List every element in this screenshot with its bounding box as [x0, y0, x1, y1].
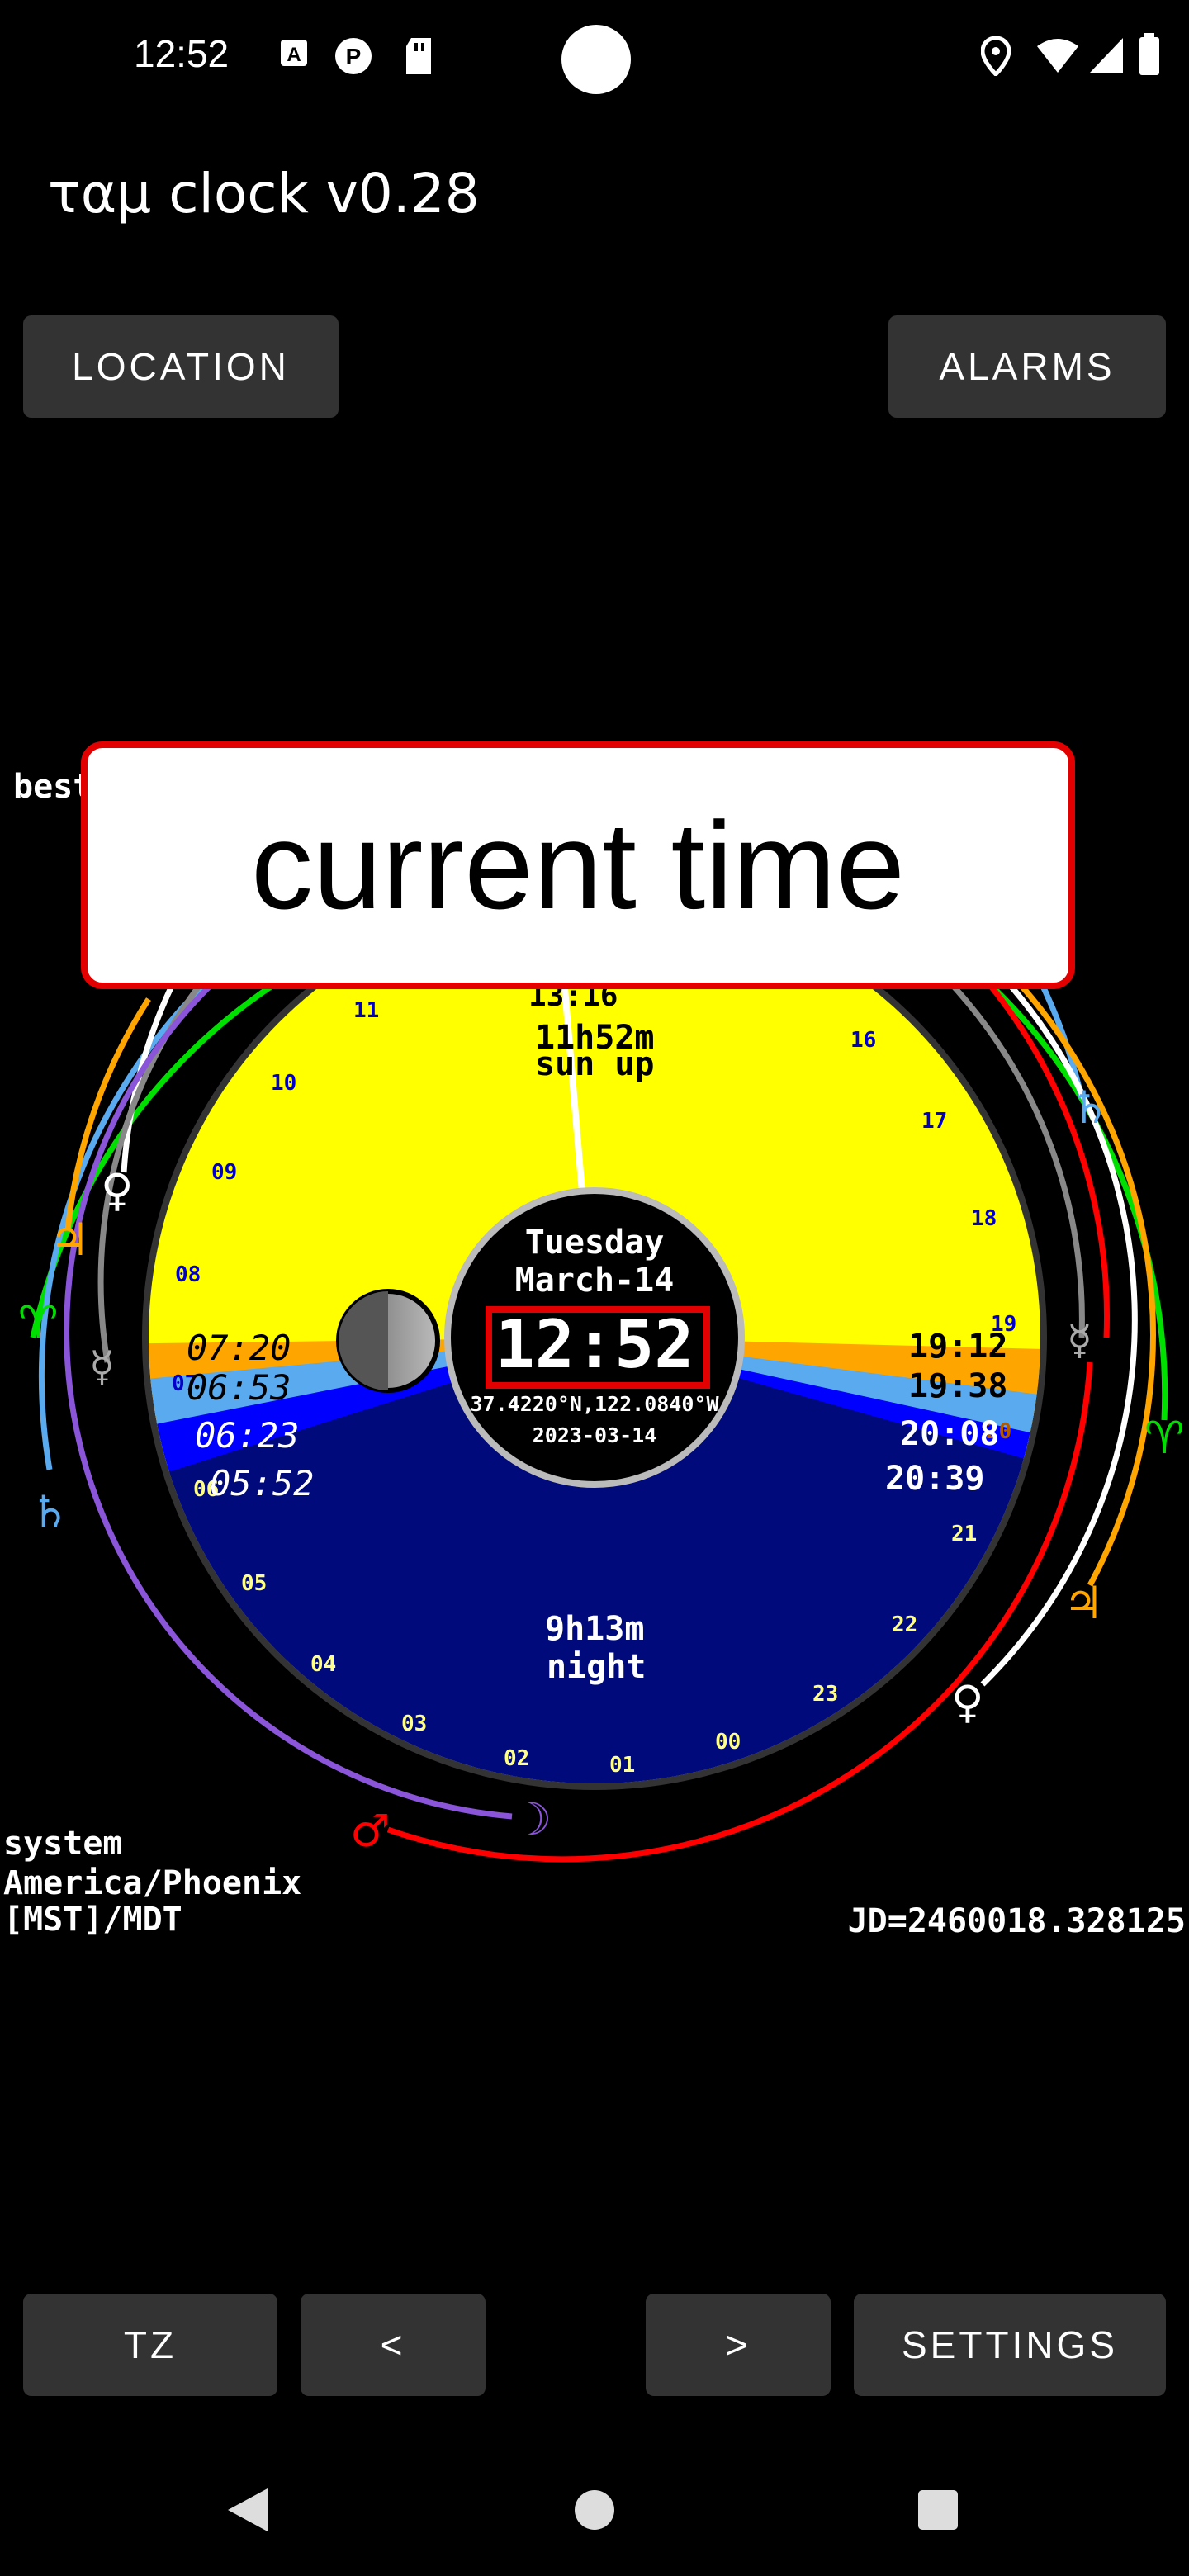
navigation-bar — [0, 2444, 1189, 2576]
tz-button[interactable]: TZ — [23, 2294, 277, 2396]
moon-symbol-icon: ☽ — [512, 1793, 552, 1845]
status-bar: 12:52 A P — [0, 0, 1189, 116]
location-button[interactable]: LOCATION — [23, 315, 339, 418]
settings-button[interactable]: SETTINGS — [854, 2294, 1166, 2396]
svg-text:22: 22 — [892, 1612, 917, 1637]
right-time-civil: 19:12 — [908, 1328, 1008, 1366]
signal-icon — [1088, 36, 1125, 78]
location-icon — [980, 36, 1011, 79]
svg-text:A: A — [287, 44, 301, 66]
svg-text:17: 17 — [921, 1109, 947, 1134]
weekday: Tuesday — [524, 1224, 665, 1262]
front-camera — [561, 25, 631, 94]
svg-text:03: 03 — [401, 1712, 427, 1736]
saturn-icon: ♄ — [30, 1486, 69, 1538]
venus-icon: ♀ — [951, 1676, 984, 1728]
left-time-nautical: 06:53 — [187, 1367, 291, 1408]
iso-date: 2023-03-14 — [532, 1423, 657, 1447]
current-time: 12:52 — [495, 1306, 694, 1383]
svg-text:11: 11 — [353, 998, 379, 1023]
p-icon: P — [334, 36, 372, 74]
wifi-icon — [1035, 38, 1080, 78]
julian-date: JD=2460018.328125 — [847, 1902, 1186, 1940]
app-title: ταμ clock v0.28 — [48, 162, 480, 225]
svg-text:02: 02 — [504, 1746, 529, 1771]
home-icon[interactable] — [573, 2488, 616, 2531]
jupiter-icon: ♃ — [1063, 1577, 1103, 1629]
battery-icon — [1138, 33, 1161, 79]
alarms-button[interactable]: ALARMS — [888, 315, 1166, 418]
right-time-astro: 20:08 — [900, 1415, 1000, 1453]
coordinates: 37.4220°N,122.0840°W — [470, 1392, 719, 1416]
svg-text:04: 04 — [310, 1652, 336, 1677]
date: March-14 — [514, 1262, 675, 1300]
left-time-civil: 07:20 — [187, 1328, 291, 1368]
next-button[interactable]: > — [646, 2294, 831, 2396]
mars-icon: ♂ — [350, 1805, 390, 1857]
svg-text:21: 21 — [951, 1522, 977, 1546]
svg-text:00: 00 — [715, 1730, 741, 1754]
daylight-label: sun up — [535, 1045, 655, 1083]
saturn-icon: ♄ — [1070, 1082, 1110, 1134]
night-label: night — [547, 1648, 647, 1686]
a-icon: A — [277, 36, 310, 69]
night-duration: 9h13m — [545, 1610, 645, 1648]
back-icon[interactable] — [223, 2485, 272, 2535]
svg-text:09: 09 — [211, 1160, 237, 1185]
svg-text:16: 16 — [850, 1028, 876, 1053]
right-time-night: 20:39 — [885, 1460, 985, 1498]
current-time-callout: current time — [81, 741, 1075, 989]
tz-source: system — [3, 1825, 123, 1863]
left-time-astro: 06:23 — [195, 1415, 300, 1456]
svg-text:01: 01 — [609, 1753, 635, 1778]
svg-text:05: 05 — [241, 1571, 267, 1596]
svg-text:23: 23 — [812, 1682, 838, 1707]
recents-icon[interactable] — [917, 2488, 959, 2531]
svg-text:P: P — [346, 44, 362, 69]
right-time-nautical: 19:38 — [908, 1367, 1008, 1405]
venus-icon: ♀ — [101, 1164, 134, 1216]
tz-name: America/Phoenix — [3, 1864, 302, 1902]
svg-text:10: 10 — [271, 1071, 296, 1096]
prev-button[interactable]: < — [301, 2294, 486, 2396]
status-time: 12:52 — [134, 32, 230, 75]
sdcard-icon — [403, 36, 436, 74]
left-time-night: 05:52 — [210, 1463, 315, 1503]
tz-abbrev: [MST]/MDT — [3, 1901, 182, 1939]
